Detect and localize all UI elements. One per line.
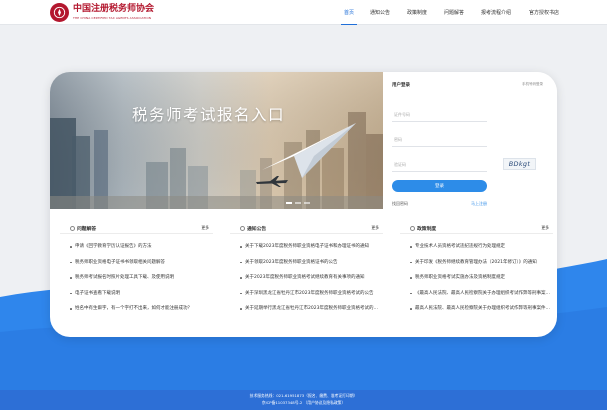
brand-name-cn: 中国注册税务师协会	[73, 4, 155, 14]
column-title: 问题解答	[77, 227, 97, 232]
paper-plane-icon	[262, 123, 356, 178]
nav-notices[interactable]: 通知公告	[363, 0, 397, 25]
column-header: 政策制度 更多	[400, 222, 553, 234]
nav-bookstore[interactable]: 官方授权书店	[522, 0, 566, 25]
login-panel: 用户登录 手机号码登录 证件号码 密码 验证码 BDkgt 登录 找回密码 马上…	[383, 72, 557, 209]
column-header: 通知公告 更多	[230, 222, 383, 234]
nav-faq[interactable]: 问题解答	[437, 0, 471, 25]
brand-name-en: THE CHINA CERTIFIED TAX AGENTS ASSOCIATI…	[73, 16, 152, 20]
hero-banner[interactable]: 税务师考试报名入口	[50, 72, 383, 209]
notices-column: 通知公告 更多 关于下载2023年度税务师职业资格电子证书和办理证书的通知 关于…	[230, 222, 383, 317]
column-title: 通知公告	[247, 227, 267, 232]
forgot-password-link[interactable]: 找回密码	[392, 201, 408, 207]
top-header: 中国注册税务师协会 THE CHINA CERTIFIED TAX AGENTS…	[0, 0, 607, 25]
support-hotline: 技术服务热线：021-61951873（报名、缴费、准考证打印期）	[249, 393, 358, 398]
bell-icon	[240, 226, 245, 231]
icp-license[interactable]: 京ICP备11037348号-2 （用户协议及隐私政策）	[0, 400, 607, 406]
slide-dot[interactable]	[304, 202, 310, 204]
more-link[interactable]: 更多	[371, 225, 379, 231]
nav-policy[interactable]: 政策制度	[400, 0, 434, 25]
login-button[interactable]: 登录	[392, 180, 487, 192]
nav-exam-process[interactable]: 报考流程介绍	[474, 0, 518, 25]
list-item[interactable]: 关于深圳黑龙江省牡丹江市2023年度税务师职业资格考试的公告	[230, 286, 383, 302]
login-title: 用户登录	[392, 83, 410, 88]
password-field[interactable]: 密码	[392, 134, 487, 147]
list-item[interactable]: 最高人民法院、最高人民检察院关于办理组织考试作弊等刑事案件适用法律若干问题的解释	[400, 301, 553, 317]
slide-dot[interactable]	[295, 202, 301, 204]
question-icon	[70, 226, 75, 231]
brand: 中国注册税务师协会 THE CHINA CERTIFIED TAX AGENTS…	[73, 4, 183, 20]
slide-indicators	[286, 202, 310, 204]
more-link[interactable]: 更多	[541, 225, 549, 231]
list-item[interactable]: 关于下载2023年度税务师职业资格电子证书和办理证书的通知	[230, 239, 383, 255]
list-item[interactable]: 关于2023年度税务师职业资格考试继续教育有关事项的通知	[230, 270, 383, 286]
list-item[interactable]: 关于延期举行黑龙江省牡丹江市2023年度税务师职业资格考试的公告	[230, 301, 383, 317]
faq-column: 问题解答 更多 申请《回学教育学历认证报告》的方法 税务师职业资格电子证书书领取…	[60, 222, 213, 317]
captcha-image[interactable]: BDkgt	[503, 158, 536, 170]
footer: 技术服务热线：021-61951873（报名、缴费、准考证打印期） 京ICP备1…	[0, 390, 607, 410]
slide-dot[interactable]	[286, 202, 292, 204]
column-title: 政策制度	[417, 227, 437, 232]
list-item[interactable]: 税务师职业资格电子证书书领取相关问题解答	[60, 255, 213, 271]
more-link[interactable]: 更多	[201, 225, 209, 231]
list-item[interactable]: 关于印发《税务师继续教育管理办法（2021年修订）》的通知	[400, 255, 553, 271]
phone-login-link[interactable]: 手机号码登录	[522, 82, 543, 87]
list-item[interactable]: 税务师职业资格考试实施办法及资格制度规定	[400, 270, 553, 286]
association-logo[interactable]	[50, 3, 69, 22]
airplane-icon	[256, 176, 288, 187]
column-header: 问题解答 更多	[60, 222, 213, 234]
list-item[interactable]: 《最高人民法院、最高人民检察院关于办理组织考试作弊等刑事案件适用法律若干问题的解…	[400, 286, 553, 302]
document-icon	[410, 226, 415, 231]
captcha-field[interactable]: 验证码	[392, 159, 487, 172]
list-item[interactable]: 关于领取2023年度税务师职业资格证书的公告	[230, 255, 383, 271]
register-link[interactable]: 马上注册	[471, 201, 487, 207]
main-card: 税务师考试报名入口 用户登录 手机号码登录 证件号码 密码 验证码 BDkgt …	[50, 72, 557, 337]
policy-column: 政策制度 更多 专业技术人员资格考试违纪违规行为处理规定 关于印发《税务师继续教…	[400, 222, 553, 317]
list-item[interactable]: 姓名中有生僻字，有一个字打不出来，如何才能注册成功？	[60, 301, 213, 317]
list-item[interactable]: 申请《回学教育学历认证报告》的方法	[60, 239, 213, 255]
list-item[interactable]: 电子证书查看下载说明	[60, 286, 213, 302]
list-item[interactable]: 专业技术人员资格考试违纪违规行为处理规定	[400, 239, 553, 255]
list-item[interactable]: 税务师考试报名时照片处理工具下载、及使用说明	[60, 270, 213, 286]
nav-home[interactable]: 首页	[335, 0, 363, 25]
username-field[interactable]: 证件号码	[392, 109, 487, 122]
